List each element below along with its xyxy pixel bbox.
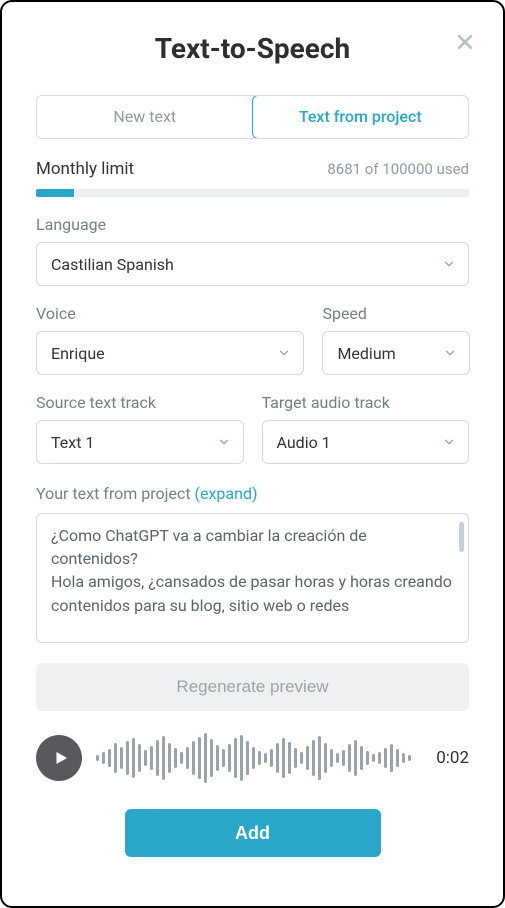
- language-label: Language: [36, 215, 469, 234]
- source-track-field: Source text track Text 1: [36, 393, 244, 464]
- source-track-value: Text 1: [51, 433, 94, 452]
- voice-field: Voice Enrique: [36, 304, 304, 375]
- language-select[interactable]: Castilian Spanish: [36, 242, 469, 286]
- tab-new-text[interactable]: New text: [37, 96, 253, 138]
- speed-field: Speed Medium: [322, 304, 469, 375]
- source-track-select[interactable]: Text 1: [36, 420, 244, 464]
- project-text-header: Your text from project (expand): [36, 484, 469, 503]
- tab-text-from-project[interactable]: Text from project: [252, 95, 470, 139]
- target-track-value: Audio 1: [277, 433, 331, 452]
- target-track-select[interactable]: Audio 1: [262, 420, 470, 464]
- source-track-label: Source text track: [36, 393, 244, 412]
- speed-select[interactable]: Medium: [322, 331, 469, 375]
- voice-select[interactable]: Enrique: [36, 331, 304, 375]
- tts-dialog: Text-to-Speech New text Text from projec…: [0, 0, 505, 908]
- speed-value: Medium: [337, 344, 395, 363]
- waveform[interactable]: [96, 733, 422, 783]
- play-icon: [52, 749, 70, 767]
- target-track-field: Target audio track Audio 1: [262, 393, 470, 464]
- close-icon: [455, 32, 475, 52]
- speed-label: Speed: [322, 304, 469, 323]
- add-button[interactable]: Add: [125, 809, 381, 857]
- chevron-down-icon: [442, 435, 456, 449]
- source-tabs: New text Text from project: [36, 95, 469, 139]
- limit-bar-fill: [36, 189, 74, 197]
- dialog-title: Text-to-Speech: [36, 32, 469, 65]
- project-text-label: Your text from project: [36, 484, 191, 503]
- regenerate-button[interactable]: Regenerate preview: [36, 663, 469, 711]
- target-track-label: Target audio track: [262, 393, 470, 412]
- limit-row: Monthly limit 8681 of 100000 used: [36, 159, 469, 179]
- play-button[interactable]: [36, 735, 82, 781]
- limit-label: Monthly limit: [36, 159, 134, 179]
- chevron-down-icon: [277, 346, 291, 360]
- close-button[interactable]: [451, 28, 479, 56]
- audio-player: 0:02: [36, 733, 469, 783]
- language-field: Language Castilian Spanish: [36, 215, 469, 286]
- expand-link[interactable]: (expand): [195, 484, 258, 503]
- chevron-down-icon: [217, 435, 231, 449]
- voice-value: Enrique: [51, 344, 105, 363]
- chevron-down-icon: [443, 346, 457, 360]
- language-value: Castilian Spanish: [51, 255, 174, 274]
- limit-bar: [36, 189, 469, 197]
- limit-usage: 8681 of 100000 used: [327, 160, 469, 178]
- project-text-area[interactable]: ¿Como ChatGPT va a cambiar la creación d…: [36, 513, 469, 643]
- player-time: 0:02: [436, 748, 469, 768]
- voice-label: Voice: [36, 304, 304, 323]
- chevron-down-icon: [442, 257, 456, 271]
